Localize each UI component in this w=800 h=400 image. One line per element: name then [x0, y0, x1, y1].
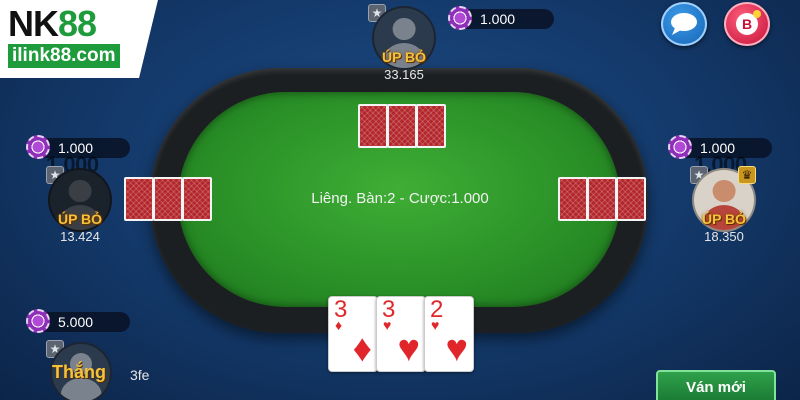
card-back: [416, 104, 446, 148]
player-money-right: 18.350: [704, 229, 744, 244]
card-back: [587, 177, 617, 221]
player-name-me: Thắng: [52, 362, 106, 382]
table-status-text: Liêng. Bàn:2 - Cược:1.000: [311, 190, 489, 207]
logo-site: ilink88.com: [8, 44, 120, 68]
player-card[interactable]: 3 ♥ ♥: [376, 296, 426, 372]
player-card[interactable]: 2 ♥ ♥: [424, 296, 474, 372]
chat-button[interactable]: [661, 2, 707, 46]
card-back: [616, 177, 646, 221]
logo-wordmark: NK88: [8, 3, 97, 44]
player-card[interactable]: 3 ♦ ♦: [328, 296, 378, 372]
shop-button[interactable]: B: [724, 2, 770, 46]
player-name-right: ÚP BỎ: [701, 211, 747, 227]
player-money-top: 33.165: [384, 67, 424, 82]
brand-logo: NK88 ilink88.com: [0, 0, 158, 78]
chip-icon: [448, 6, 472, 30]
card-back: [182, 177, 212, 221]
new-game-button[interactable]: Ván mới: [656, 370, 776, 400]
crown-icon: ♛: [738, 166, 756, 184]
card-back: [124, 177, 154, 221]
shop-icon: B: [736, 10, 761, 35]
card-back: [387, 104, 417, 148]
chip-balance-top: 1.000: [448, 6, 554, 30]
player-name-left: ÚP BỎ: [57, 211, 103, 227]
chip-icon: [26, 309, 50, 333]
card-back: [153, 177, 183, 221]
card-back: [358, 104, 388, 148]
chip-balance-me: 5.000: [26, 309, 130, 333]
player-label-me: 3fe: [130, 367, 150, 383]
player-money-left: 13.424: [60, 229, 100, 244]
chat-bubble-icon: [671, 13, 697, 35]
card-back: [558, 177, 588, 221]
svg-text:B: B: [742, 16, 752, 32]
player-name-top: ÚP BỎ: [381, 49, 427, 65]
chip-icon: [668, 135, 692, 159]
